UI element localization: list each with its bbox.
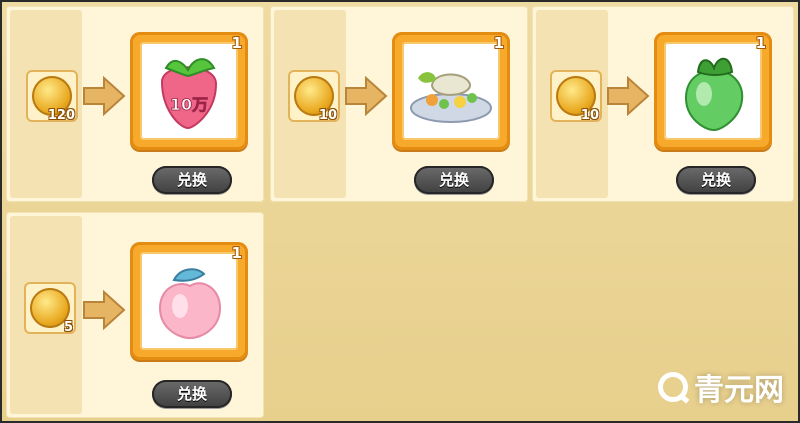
item-count: 1 [493, 34, 504, 52]
item-box[interactable]: 10万 1 [130, 32, 248, 150]
watermark-text: 青元网 [694, 373, 784, 408]
gold-coin-cost: 10 [288, 70, 340, 123]
arrow-right-icon [83, 76, 126, 116]
gold-coin-cost: 5 [24, 282, 76, 335]
item-count: 1 [231, 34, 242, 52]
gold-coin-cost: 10 [550, 70, 602, 123]
green-radish-icon [684, 57, 744, 132]
site-watermark: 青元网 [658, 365, 784, 409]
exchange-button[interactable]: 兑换 [676, 166, 756, 194]
exchange-slot-3: 10 1 兑换 [532, 6, 794, 202]
peach-icon [158, 268, 222, 340]
exchange-shop-frame: 120 10万 1 兑换 10 1 兑换 10 1 兑换 5 1 兑换 青元网 [2, 2, 798, 421]
item-count: 1 [755, 34, 766, 52]
item-count: 1 [231, 244, 242, 262]
exchange-slot-2: 10 1 兑换 [270, 6, 528, 202]
strawberry-10wan-icon: 10万 [160, 58, 218, 130]
item-slot [140, 252, 238, 350]
arrow-right-icon [345, 76, 388, 116]
cost-amount: 5 [63, 320, 73, 335]
item-box[interactable]: 1 [654, 32, 772, 150]
item-box[interactable]: 1 [392, 32, 510, 150]
exchange-button[interactable]: 兑换 [152, 380, 232, 408]
item-slot [664, 42, 762, 140]
arrow-right-icon [83, 290, 126, 330]
arrow-right-icon [607, 76, 650, 116]
vegetable-plate-icon [410, 72, 492, 123]
item-slot [402, 42, 500, 140]
exchange-button[interactable]: 兑换 [152, 166, 232, 194]
watermark-logo-icon [658, 372, 688, 402]
exchange-slot-4: 5 1 兑换 [6, 212, 264, 418]
gold-coin-cost: 120 [26, 70, 78, 123]
exchange-slot-1: 120 10万 1 兑换 [6, 6, 264, 202]
cost-amount: 120 [47, 108, 75, 123]
item-box[interactable]: 1 [130, 242, 248, 360]
item-label: 10万 [170, 95, 208, 114]
item-slot: 10万 [140, 42, 238, 140]
exchange-button[interactable]: 兑换 [414, 166, 494, 194]
cost-amount: 10 [580, 108, 599, 123]
cost-amount: 10 [318, 108, 337, 123]
